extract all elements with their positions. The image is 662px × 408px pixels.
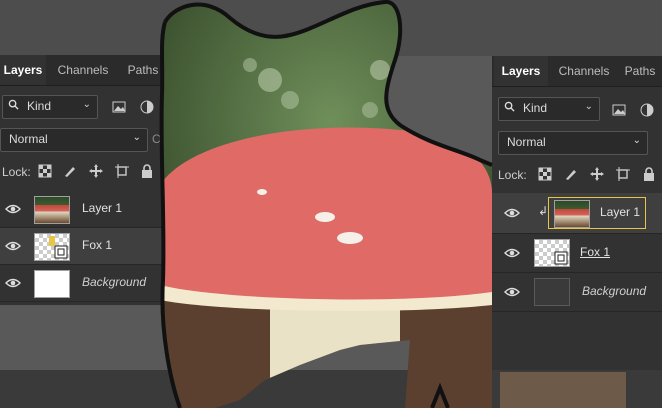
- photo-corner: [500, 372, 626, 408]
- fox-clipped-photo: [159, 0, 626, 408]
- photo-content: [161, 1, 493, 408]
